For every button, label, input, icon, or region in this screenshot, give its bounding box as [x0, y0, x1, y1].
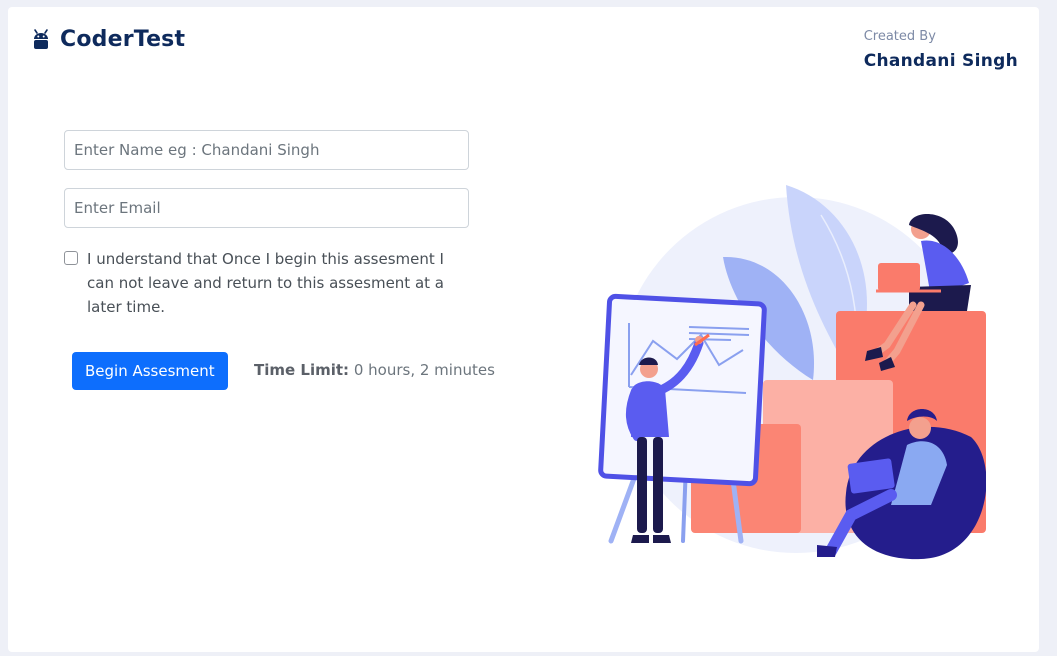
agreement-row: I understand that Once I begin this asse…: [64, 247, 454, 319]
begin-assessment-button[interactable]: Begin Assesment: [72, 352, 228, 390]
man-shoe: [817, 545, 837, 557]
brand: CoderTest: [32, 27, 185, 52]
creator-name: Chandani Singh: [863, 51, 1018, 71]
creator-info: Created By Chandani Singh: [864, 29, 1018, 71]
email-input[interactable]: [64, 188, 469, 228]
woman-laptop: [878, 263, 920, 291]
time-limit-label: Time Limit:: [254, 361, 350, 379]
agreement-text: I understand that Once I begin this asse…: [87, 250, 444, 316]
presenter-leg-right: [653, 437, 663, 533]
agreement-checkbox[interactable]: [64, 251, 78, 265]
team-illustration: [598, 185, 986, 560]
presenter-leg-left: [637, 437, 647, 533]
brand-name: CoderTest: [60, 27, 186, 52]
time-limit-value: 0 hours, 2 minutes: [353, 361, 495, 379]
man-laptop: [847, 458, 895, 494]
creator-label: Created By: [863, 29, 936, 44]
time-limit: Time Limit: 0 hours, 2 minutes: [254, 361, 495, 379]
presenter-shoe-right: [653, 535, 671, 543]
main-card: CoderTest Created By Chandani Singh I un…: [8, 7, 1039, 652]
man-head: [909, 417, 931, 439]
name-input[interactable]: [64, 130, 469, 170]
android-icon: [34, 28, 48, 49]
presenter-shoe-left: [631, 535, 649, 543]
